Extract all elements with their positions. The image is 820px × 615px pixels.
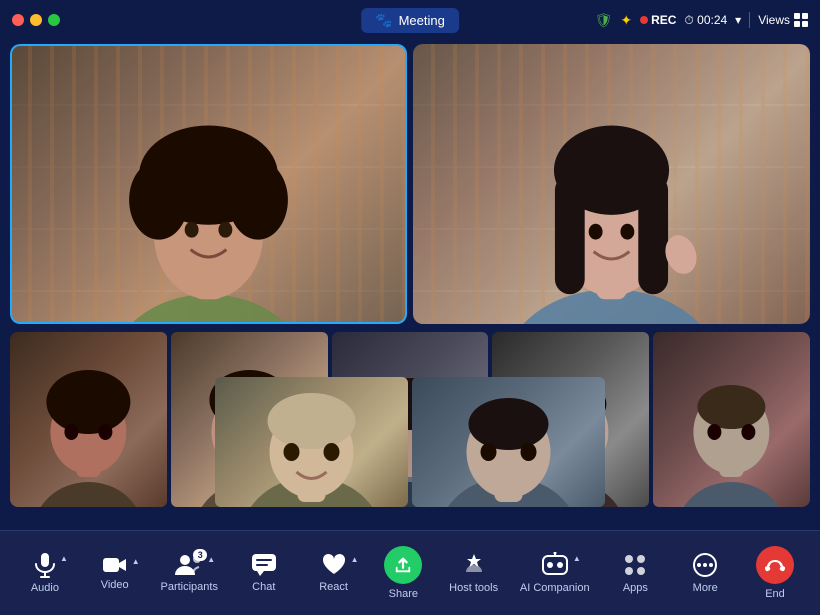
more-label: More (693, 582, 718, 594)
ai-companion-label: AI Companion (520, 582, 590, 594)
end-icon (756, 546, 794, 584)
ai-companion-button[interactable]: ▲ AI Companion (516, 546, 594, 600)
ai-caret: ▲ (573, 554, 581, 563)
paw-icon: 🐾 (375, 12, 392, 29)
chat-icon (251, 553, 277, 577)
thumb7-avatar (412, 377, 605, 507)
timer: ⏱ 00:24 (684, 13, 727, 28)
minimize-button[interactable] (30, 14, 42, 26)
participants-button[interactable]: 3 ▲ Participants (156, 547, 221, 599)
shield-check-icon: 🛡 (595, 12, 613, 29)
ai-icon: ▲ (541, 552, 569, 578)
audio-button[interactable]: ▲ Audio (17, 546, 73, 600)
apps-icon (622, 552, 648, 578)
video-area (0, 40, 820, 530)
traffic-lights (12, 14, 60, 26)
main-video-row (10, 44, 810, 324)
audio-label: Audio (31, 582, 59, 594)
thumbnail-row-bottom (215, 377, 605, 507)
react-caret: ▲ (351, 555, 359, 564)
participants-caret: ▲ (207, 555, 215, 564)
meeting-label: Meeting (399, 13, 445, 28)
more-button[interactable]: More (677, 546, 733, 600)
video-cell-main-left[interactable] (10, 44, 407, 324)
end-label: End (765, 588, 785, 600)
video-label: Video (101, 579, 129, 591)
thumb5-avatar (653, 332, 810, 507)
chevron-down-icon[interactable]: ▾ (735, 13, 741, 27)
people-icon: 3 ▲ (175, 553, 203, 577)
share-button[interactable]: Share (375, 540, 431, 606)
video-icon: ▲ (102, 555, 128, 575)
thumb-cell-1[interactable] (10, 332, 167, 507)
thumbnail-section (10, 332, 810, 517)
video-caret: ▲ (132, 557, 140, 566)
apps-button[interactable]: Apps (607, 546, 663, 600)
react-label: React (319, 581, 348, 593)
host-tools-label: Host tools (449, 582, 498, 594)
apps-label: Apps (623, 582, 648, 594)
video-button[interactable]: ▲ Video (87, 549, 143, 597)
thumb-cell-7[interactable] (412, 377, 605, 507)
thumb1-avatar (10, 332, 167, 507)
chat-button[interactable]: Chat (236, 547, 292, 599)
mic-icon: ▲ (34, 552, 56, 578)
close-button[interactable] (12, 14, 24, 26)
thumb6-avatar (215, 377, 408, 507)
star-icon: ✦ (620, 12, 632, 29)
video-frame-right (413, 44, 810, 324)
divider (749, 12, 750, 28)
thumb-cell-6[interactable] (215, 377, 408, 507)
chat-label: Chat (252, 581, 275, 593)
rec-dot (640, 16, 648, 24)
rec-badge: REC (640, 13, 676, 27)
views-button[interactable]: Views (758, 13, 808, 27)
video-cell-main-right[interactable] (413, 44, 810, 324)
thumb-cell-5[interactable] (653, 332, 810, 507)
share-icon (384, 546, 422, 584)
participants-badge: 3 (193, 549, 207, 561)
host-tools-button[interactable]: Host tools (445, 546, 502, 600)
toolbar: ▲ Audio ▲ Video 3 ▲ Participants (0, 530, 820, 615)
video-frame-active (10, 44, 407, 324)
meeting-title-button[interactable]: 🐾 Meeting (361, 8, 459, 33)
host-tools-icon (461, 552, 487, 578)
grid-icon (794, 13, 808, 27)
share-label: Share (389, 588, 418, 600)
header-right: 🛡 ✦ REC ⏱ 00:24 ▾ Views (595, 12, 808, 29)
react-button[interactable]: ▲ React (306, 547, 362, 599)
titlebar: 🐾 Meeting 🛡 ✦ REC ⏱ 00:24 ▾ Views (0, 0, 820, 40)
end-button[interactable]: End (747, 540, 803, 606)
maximize-button[interactable] (48, 14, 60, 26)
more-icon (690, 552, 720, 578)
heart-icon: ▲ (321, 553, 347, 577)
participants-label: Participants (160, 581, 217, 593)
audio-caret: ▲ (60, 554, 68, 563)
